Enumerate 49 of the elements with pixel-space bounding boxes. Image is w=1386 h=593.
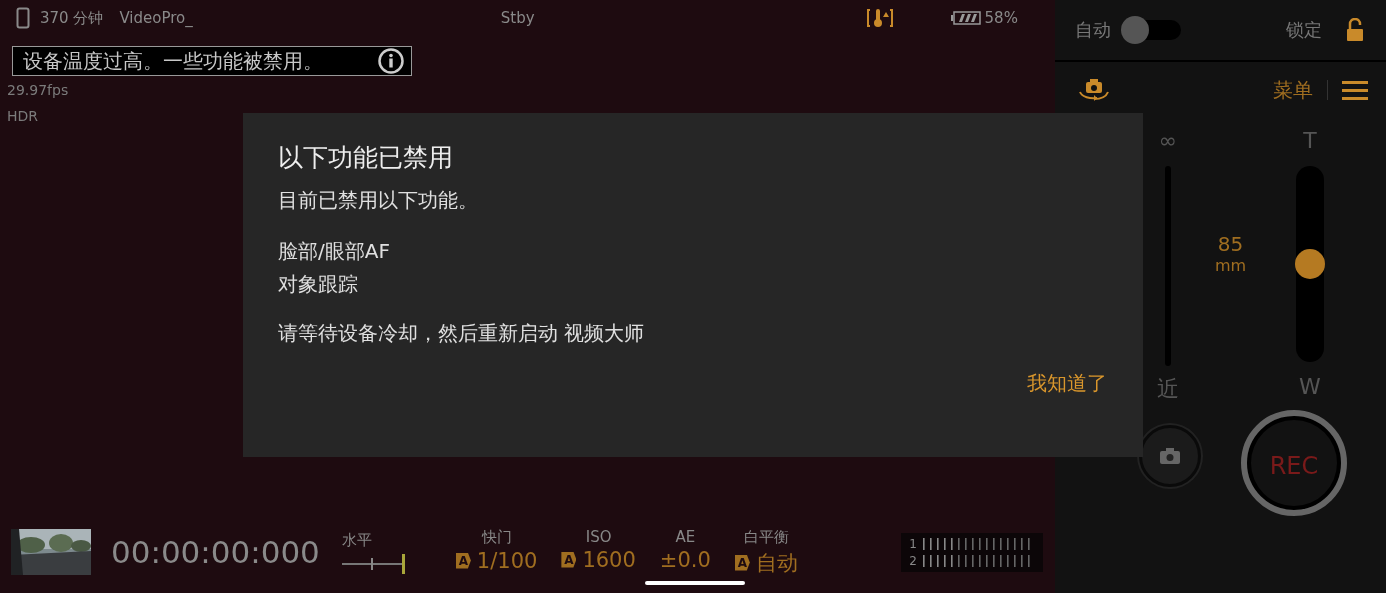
unlocked-padlock-icon[interactable] — [1346, 18, 1366, 42]
timecode: 00:00:00:000 — [111, 534, 320, 570]
focal-length: 85 — [1217, 232, 1244, 256]
auto-badge: A — [455, 552, 471, 569]
wide-label: W — [1299, 374, 1321, 401]
disabled-feature: 对象跟踪 — [278, 271, 359, 298]
setting-label: 白平衡 — [743, 527, 789, 547]
phone-icon — [16, 7, 30, 29]
setting-value[interactable]: ±0.0 — [659, 547, 711, 572]
auto-badge: A — [561, 551, 577, 568]
setting-value[interactable]: 自动 — [755, 548, 798, 577]
menu-icon[interactable] — [1342, 80, 1368, 100]
setting-label: AE — [675, 527, 696, 546]
photo-button[interactable] — [1139, 425, 1201, 487]
zoom-slider-track[interactable] — [1296, 166, 1324, 362]
info-icon[interactable] — [377, 47, 405, 75]
disabled-feature: 脸部/眼部AF — [278, 238, 390, 265]
warning-text: 设备温度过高。一些功能被禁用。 — [23, 47, 323, 75]
setting-value[interactable]: 1/100 — [476, 548, 538, 573]
battery-percent: 58% — [984, 9, 1018, 27]
thermometer-icon — [866, 7, 893, 29]
setting-value[interactable]: 1600 — [582, 547, 636, 572]
remaining-time: 370 分钟 — [40, 8, 104, 28]
camera-switch-icon[interactable] — [1077, 78, 1111, 102]
channel-number: 1 — [909, 536, 917, 551]
near-label: 近 — [1157, 375, 1179, 403]
level-gauge-icon — [341, 553, 406, 574]
channel-number: 2 — [909, 553, 917, 568]
menu-label[interactable]: 菜单 — [1273, 76, 1313, 104]
dialog-title: 以下功能已禁用 — [278, 142, 453, 174]
info-text: HDR — [7, 108, 40, 124]
auto-label: 自动 — [1075, 18, 1111, 42]
dialog-note: 请等待设备冷却，然后重新启动 视频大师 — [278, 320, 645, 347]
dialog-message: 目前已禁用以下功能。 — [278, 187, 478, 214]
auto-badge: A — [734, 554, 750, 571]
acknowledge-button[interactable]: 我知道了 — [1025, 370, 1109, 397]
tele-label: T — [1303, 128, 1317, 155]
level-label: 水平 — [341, 530, 373, 550]
lock-label: 锁定 — [1286, 18, 1322, 42]
setting-label: 快门 — [481, 527, 512, 547]
zoom-slider-thumb[interactable] — [1295, 249, 1325, 279]
focal-unit: mm — [1214, 256, 1247, 275]
file-name: VideoPro_ — [119, 9, 193, 27]
standby-status: Stby — [500, 9, 535, 27]
infinity-label: ∞ — [1158, 128, 1178, 155]
camera-icon — [1159, 447, 1181, 465]
info-text: 29.97fps — [7, 82, 70, 98]
battery-icon — [950, 11, 981, 25]
setting-label: ISO — [585, 527, 612, 546]
